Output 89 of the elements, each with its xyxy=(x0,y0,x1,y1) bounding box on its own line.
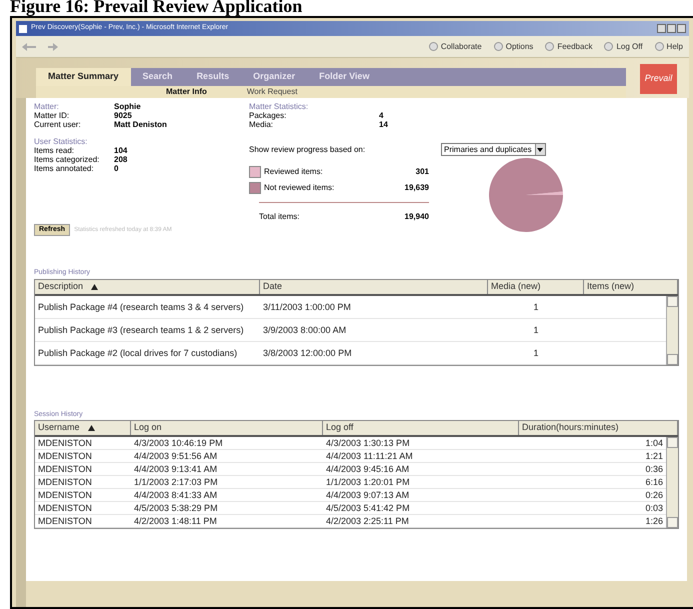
table-cell: 3/8/2003 12:00:00 PM xyxy=(263,348,352,358)
nav-tab[interactable]: Matter Summary xyxy=(36,68,131,86)
field-value: 104 xyxy=(114,146,128,155)
table-cell: 0:36 xyxy=(645,464,663,474)
table-cell: 1 xyxy=(533,348,538,358)
field-value: Sophie xyxy=(114,102,141,111)
table-cell: 4/4/2003 8:41:33 AM xyxy=(134,490,218,500)
progress-label: Show review progress based on: xyxy=(249,144,366,156)
legend-label: Not reviewed items: xyxy=(264,182,336,194)
field-value: 9025 xyxy=(114,111,132,120)
column-header[interactable]: Log off xyxy=(323,421,519,435)
table-cell: 4/4/2003 9:13:41 AM xyxy=(134,464,218,474)
table-cell: 4/2/2003 1:48:11 PM xyxy=(134,516,217,526)
table-cell: MDENISTON xyxy=(38,490,92,500)
table-cell: 4/3/2003 10:46:19 PM xyxy=(134,438,223,448)
field-label: Matter ID: xyxy=(34,111,70,120)
legend-value: 19,639 xyxy=(404,182,429,194)
progress-select[interactable]: Primaries and duplicates xyxy=(441,143,546,156)
scrollbar[interactable] xyxy=(666,437,678,528)
column-header[interactable]: Duration(hours:minutes) xyxy=(519,421,678,435)
toolbar-button[interactable]: Feedback xyxy=(545,40,592,52)
column-header[interactable]: Log on xyxy=(131,421,323,435)
field-value: 208 xyxy=(114,155,128,164)
table-cell: 4/5/2003 5:41:42 PM xyxy=(326,503,410,513)
total-label: Total items: xyxy=(259,211,300,223)
toolbar-button[interactable]: Log Off xyxy=(604,40,643,52)
field-value: 14 xyxy=(379,120,388,129)
table-cell: 1 xyxy=(533,324,538,334)
table-cell: MDENISTON xyxy=(38,477,92,487)
sort-arrow-icon xyxy=(88,425,95,431)
toolbar-button[interactable]: Collaborate xyxy=(428,40,482,52)
field-label: Items annotated: xyxy=(34,164,95,173)
sort-arrow-icon xyxy=(91,284,98,290)
field-value: 0 xyxy=(114,164,118,173)
table-cell: Publish Package #2 (local drives for 7 custodians) xyxy=(38,348,238,358)
total-value: 19,940 xyxy=(404,211,429,223)
table-cell: 0:03 xyxy=(645,503,663,513)
table-cell: MDENISTON xyxy=(38,451,92,461)
table-cell: 3/11/2003 1:00:00 PM xyxy=(263,302,351,312)
field-label: Current user: xyxy=(34,120,82,129)
field-value: 4 xyxy=(379,111,384,120)
subnav-link[interactable]: Work Request xyxy=(226,86,318,98)
dropdown-caret-icon xyxy=(537,148,544,152)
app-logo: Prevail xyxy=(640,64,677,94)
table-cell: 0:26 xyxy=(645,490,663,500)
table-cell: Publish Package #3 (research teams 1 & 2 servers) xyxy=(38,324,244,334)
subnav-link[interactable]: Matter Info xyxy=(146,86,227,98)
toolbar-button[interactable]: Help xyxy=(654,40,683,52)
table-cell: 4/4/2003 9:07:13 AM xyxy=(326,490,410,500)
table-cell: 1 xyxy=(533,302,538,312)
table-cell: 4/2/2003 2:25:11 PM xyxy=(326,516,409,526)
legend-label: Reviewed items: xyxy=(264,166,324,178)
table-cell: 4/3/2003 1:30:13 PM xyxy=(326,438,410,448)
forward-arrow-icon[interactable] xyxy=(48,42,58,50)
table-cell: MDENISTON xyxy=(38,516,92,526)
table-cell: 4/4/2003 9:45:16 AM xyxy=(326,464,410,474)
table-cell: Publish Package #4 (research teams 3 & 4 servers) xyxy=(38,302,244,312)
section-title: Matter Statistics: xyxy=(249,102,310,111)
field-label: Items categorized: xyxy=(34,155,100,164)
column-header[interactable]: Username xyxy=(35,421,131,435)
table-cell: 3/9/2003 8:00:00 AM xyxy=(263,324,346,334)
column-header[interactable]: Media (new) xyxy=(488,280,584,294)
table-cell: 4/4/2003 11:11:21 AM xyxy=(326,451,413,461)
legend-value: 301 xyxy=(416,166,429,178)
field-label: Media: xyxy=(249,120,274,129)
back-arrow-icon[interactable] xyxy=(22,42,36,50)
table-cell: MDENISTON xyxy=(38,438,92,448)
scrollbar[interactable] xyxy=(666,296,678,364)
column-header[interactable]: Description xyxy=(35,280,260,294)
window-controls[interactable] xyxy=(657,24,686,33)
table-cell: 4/5/2003 5:38:29 PM xyxy=(134,503,218,513)
table-cell: 1:26 xyxy=(645,516,663,526)
table-cell: 6:16 xyxy=(645,477,663,487)
browser-icon xyxy=(19,24,27,32)
field-label: Items read: xyxy=(34,146,76,155)
column-header[interactable]: Date xyxy=(260,280,488,294)
field-label: Packages: xyxy=(249,111,288,120)
section-title: User Statistics: xyxy=(34,137,88,146)
column-header[interactable]: Items (new) xyxy=(584,280,678,294)
table-cell: MDENISTON xyxy=(38,503,92,513)
table-cell: 1/1/2003 2:17:03 PM xyxy=(134,477,218,487)
table-cell: 4/4/2003 9:51:56 AM xyxy=(134,451,218,461)
table-cell: 1/1/2003 1:20:01 PM xyxy=(326,477,410,487)
field-value: Matt Deniston xyxy=(114,120,167,129)
table-cell: 1:04 xyxy=(645,438,663,448)
field-label: Matter: xyxy=(34,102,60,111)
table-cell: MDENISTON xyxy=(38,464,92,474)
table-cell: 1:21 xyxy=(645,451,663,461)
toolbar-button[interactable]: Options xyxy=(494,40,534,52)
